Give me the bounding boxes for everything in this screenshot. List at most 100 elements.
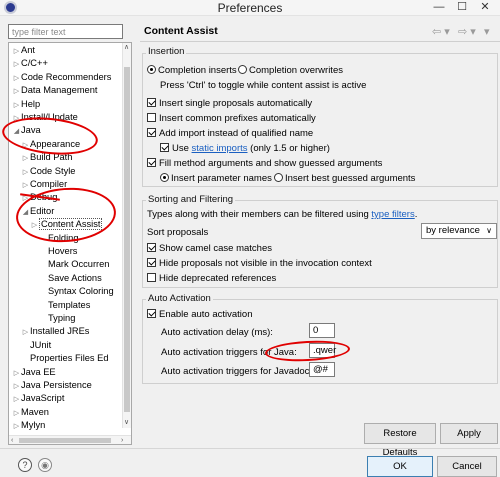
completion-overwrites-option[interactable]: Completion overwrites	[238, 65, 343, 76]
add-import-option[interactable]: Add import instead of qualified name	[147, 128, 313, 139]
insert-best-guessed-option[interactable]: Insert best guessed arguments	[274, 173, 415, 184]
restore-defaults-button[interactable]: Restore Defaults	[364, 423, 436, 458]
collapsed-arrow-icon[interactable]: ▷	[21, 139, 30, 152]
fill-args-option[interactable]: Fill method arguments and show guessed a…	[147, 158, 382, 169]
insert-common-option[interactable]: Insert common prefixes automatically	[147, 113, 316, 124]
tree-item[interactable]: ▷ Installed JREs	[21, 325, 90, 339]
tree-item[interactable]: ▷ Appearance	[21, 138, 80, 151]
expanded-arrow-icon[interactable]: ◢	[21, 206, 30, 219]
tree-item[interactable]: Properties Files Ed	[21, 352, 109, 365]
tree-item[interactable]: ▷ Ant	[12, 44, 35, 57]
collapsed-arrow-icon[interactable]: ▷	[12, 407, 21, 420]
add-import-checkbox[interactable]	[147, 128, 156, 137]
tree-vertical-scrollbar[interactable]: ∧ ∨	[122, 43, 131, 428]
hide-deprecated-option[interactable]: Hide deprecated references	[147, 273, 276, 284]
insert-param-names-radio[interactable]	[160, 173, 169, 182]
tree-vertical-scroll-thumb[interactable]	[124, 67, 130, 412]
collapsed-arrow-icon[interactable]: ▷	[12, 99, 21, 112]
tree-item[interactable]: ▷ C/C++	[12, 57, 48, 70]
tree-item[interactable]: ▷ Java EE	[12, 366, 56, 379]
collapsed-arrow-icon[interactable]: ▷	[12, 112, 21, 125]
hide-not-visible-checkbox[interactable]	[147, 258, 156, 267]
tree-item[interactable]: ▷ Code Style	[21, 165, 76, 179]
tree-item[interactable]: ▷ Code Recommenders	[12, 71, 112, 85]
tree-item[interactable]: Syntax Coloring	[39, 285, 114, 298]
tree-item[interactable]: Folding	[39, 232, 79, 245]
collapsed-arrow-icon[interactable]: ▷	[12, 58, 21, 71]
collapsed-arrow-icon[interactable]: ▷	[12, 45, 21, 58]
java-triggers-input[interactable]: .qwer	[309, 343, 336, 358]
tree-item[interactable]: Typing	[39, 312, 75, 325]
apply-button[interactable]: Apply	[440, 423, 498, 444]
show-camel-option[interactable]: Show camel case matches	[147, 243, 272, 254]
back-nav-icon[interactable]: ⇦ ▾	[432, 25, 450, 38]
insert-param-names-option[interactable]: Insert parameter names	[160, 173, 272, 184]
expanded-arrow-icon[interactable]: ◢	[12, 125, 21, 138]
collapsed-arrow-icon[interactable]: ▷	[12, 85, 21, 98]
javadoc-triggers-input[interactable]: @#	[309, 362, 335, 377]
tree-item[interactable]: Save Actions	[39, 272, 102, 285]
collapsed-arrow-icon[interactable]: ▷	[21, 179, 30, 192]
preference-tree[interactable]: ▷ Ant ▷ C/C++ ▷ Code Recommenders ▷ Data Manage…	[8, 42, 132, 445]
tree-item[interactable]: ▷ Content Assist	[30, 218, 103, 232]
collapsed-arrow-icon[interactable]: ▷	[12, 72, 21, 85]
collapsed-arrow-icon[interactable]: ▷	[12, 393, 21, 406]
tree-item[interactable]: ▷ Data Management	[12, 84, 98, 97]
type-filters-link[interactable]: type filters	[371, 209, 414, 220]
cancel-button[interactable]: Cancel	[437, 456, 497, 477]
tree-item[interactable]: ◢ Editor	[21, 205, 55, 219]
maximize-button[interactable]: ☐	[452, 0, 472, 15]
show-camel-checkbox[interactable]	[147, 243, 156, 252]
enable-auto-activation-option[interactable]: Enable auto activation	[147, 309, 252, 320]
completion-inserts-option[interactable]: Completion inserts	[147, 65, 237, 76]
collapsed-arrow-icon[interactable]: ▷	[12, 380, 21, 393]
tree-item[interactable]: Hovers	[39, 245, 77, 258]
use-static-imports-option[interactable]: Use static imports (only 1.5 or higher)	[160, 143, 330, 154]
scroll-right-icon[interactable]: ›	[121, 436, 123, 444]
insert-best-guessed-radio[interactable]	[274, 173, 283, 182]
view-menu-icon[interactable]: ▾	[484, 25, 490, 38]
ok-button[interactable]: OK	[367, 456, 433, 477]
delay-input[interactable]: 0	[309, 323, 335, 338]
tree-item[interactable]: ▷ Build Path	[21, 151, 73, 165]
enable-auto-activation-checkbox[interactable]	[147, 309, 156, 318]
tree-item[interactable]: ▷ Compiler	[21, 178, 67, 191]
forward-nav-icon[interactable]: ⇨ ▾	[458, 25, 476, 38]
tree-item[interactable]: Templates	[39, 299, 90, 312]
hide-not-visible-option[interactable]: Hide proposals not visible in the invoca…	[147, 258, 372, 269]
tree-horizontal-scroll-thumb[interactable]	[19, 438, 111, 443]
import-export-icon[interactable]: ◉	[38, 458, 52, 472]
tree-item[interactable]: ▷ JavaScript	[12, 392, 65, 406]
collapsed-arrow-icon[interactable]: ▷	[21, 166, 30, 179]
tree-item[interactable]: ▷ Install/Update	[12, 111, 78, 124]
insert-single-checkbox[interactable]	[147, 98, 156, 107]
scroll-up-icon[interactable]: ∧	[124, 43, 129, 52]
collapsed-arrow-icon[interactable]: ▷	[12, 367, 21, 380]
fill-args-checkbox[interactable]	[147, 158, 156, 167]
close-button[interactable]: ✕	[474, 0, 496, 15]
tree-item[interactable]: JUnit	[21, 339, 51, 352]
tree-item[interactable]: ▷ Maven	[12, 406, 49, 419]
insert-single-option[interactable]: Insert single proposals automatically	[147, 98, 312, 109]
tree-item[interactable]: Mark Occurren	[39, 258, 109, 271]
completion-overwrites-radio[interactable]	[238, 65, 247, 74]
filter-input[interactable]: type filter text	[8, 24, 123, 39]
help-icon[interactable]: ?	[18, 458, 32, 472]
tree-item[interactable]: ▷ Help	[12, 98, 40, 111]
collapsed-arrow-icon[interactable]: ▷	[21, 152, 30, 165]
tree-item[interactable]: ▷ Java Persistence	[12, 379, 92, 392]
use-static-imports-checkbox[interactable]	[160, 143, 169, 152]
collapsed-arrow-icon[interactable]: ▷	[30, 219, 39, 232]
tree-item[interactable]: ▷ Mylyn	[12, 419, 45, 432]
collapsed-arrow-icon[interactable]: ▷	[21, 326, 30, 339]
hide-deprecated-checkbox[interactable]	[147, 273, 156, 282]
tree-horizontal-scrollbar[interactable]: ‹ ›	[9, 435, 131, 444]
completion-inserts-radio[interactable]	[147, 65, 156, 74]
sort-proposals-select[interactable]: by relevance ∨	[421, 223, 497, 239]
static-imports-link[interactable]: static imports	[192, 143, 248, 154]
scroll-down-icon[interactable]: ∨	[124, 418, 129, 427]
minimize-button[interactable]: —	[428, 0, 450, 15]
collapsed-arrow-icon[interactable]: ▷	[12, 420, 21, 433]
insert-common-checkbox[interactable]	[147, 113, 156, 122]
scroll-left-icon[interactable]: ‹	[11, 436, 13, 444]
